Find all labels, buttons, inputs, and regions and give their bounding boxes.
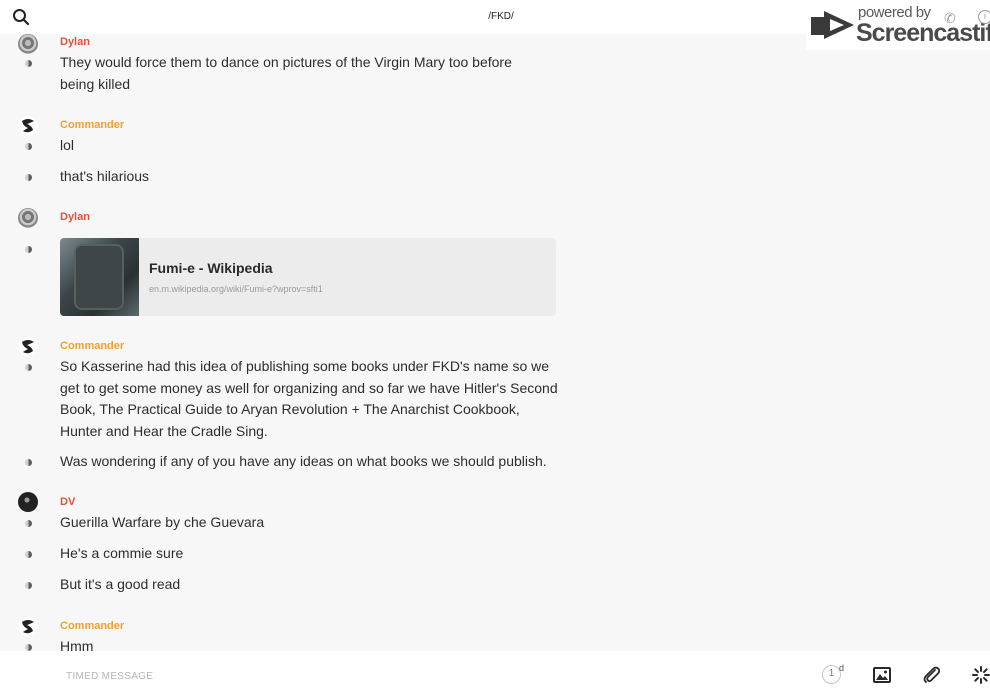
message-text: that's hilarious [60,168,150,184]
message-list: Dylan They would force them to dance on … [0,34,990,651]
author-name[interactable]: Commander [60,340,124,352]
link-preview-url[interactable]: en.m.wikipedia.org/wiki/Fumi-e?wprov=sft… [149,284,323,294]
author-name[interactable]: Dylan [60,36,90,48]
message-status-icon [25,582,32,589]
message-status-icon [25,644,32,651]
message-text: lol [60,137,75,153]
avatar-dylan[interactable] [18,34,38,54]
message-status-icon [25,174,32,181]
message-composer: 1 d [0,651,990,700]
message-text: Was wondering if any of you have any ide… [60,453,547,469]
avatar-commander[interactable] [18,116,38,136]
author-name[interactable]: Commander [60,119,124,131]
author-name[interactable]: Dylan [60,211,90,223]
info-icon[interactable]: i [978,10,990,24]
message-text: They would force them to dance on pictur… [60,54,512,92]
message-input[interactable] [66,667,666,685]
link-preview-title[interactable]: Fumi-e - Wikipedia [149,260,273,276]
message-text: Guerilla Warfare by che Guevara [60,514,265,530]
message-text: He's a commie sure [60,545,184,561]
author-name[interactable]: Commander [60,620,124,632]
message-text: Hmm [60,638,94,651]
link-preview-thumbnail [60,238,139,316]
avatar-commander[interactable] [18,337,38,357]
paperclip-icon[interactable] [922,665,942,685]
link-preview-card[interactable]: Fumi-e - Wikipedia en.m.wikipedia.org/wi… [60,238,556,316]
message-status-icon [25,60,32,67]
image-icon[interactable] [872,665,892,685]
message-status-icon [25,520,32,527]
timer-unit: d [839,663,845,673]
avatar-dv[interactable] [18,492,38,512]
message-text: But it's a good read [60,576,181,592]
loading-icon[interactable] [971,665,990,685]
message-status-icon [25,143,32,150]
avatar-dylan[interactable] [18,208,38,228]
author-name[interactable]: DV [60,496,75,508]
message-status-icon [25,551,32,558]
message-status-icon [25,364,32,371]
phone-icon[interactable]: ✆ [944,10,956,27]
message-status-icon [25,246,32,253]
message-text: So Kasserine had this idea of publishing… [60,358,558,439]
message-status-icon [25,459,32,466]
avatar-commander[interactable] [18,617,38,637]
